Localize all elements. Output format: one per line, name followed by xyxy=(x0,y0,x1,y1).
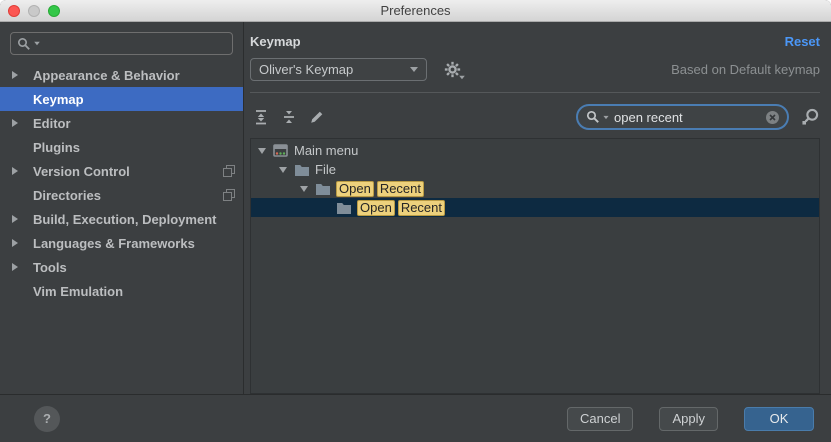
keymap-panel: Keymap Reset Oliver's Keymap xyxy=(243,22,831,394)
chevron-right-icon xyxy=(12,167,18,175)
ok-button[interactable]: OK xyxy=(744,407,814,431)
chevron-down-icon xyxy=(459,75,465,79)
project-settings-icon xyxy=(223,165,235,177)
keymap-toolbar xyxy=(253,104,820,130)
sidebar-item-vim-emulation[interactable]: Vim Emulation xyxy=(0,279,243,303)
tree-row-file[interactable]: File xyxy=(251,160,819,179)
sidebar-item-keymap[interactable]: Keymap xyxy=(0,87,243,111)
keymap-tree: Main menu File xyxy=(250,138,820,394)
folder-icon xyxy=(336,200,352,215)
find-by-shortcut-icon[interactable] xyxy=(800,107,820,127)
sidebar-item-tools[interactable]: Tools xyxy=(0,255,243,279)
folder-icon xyxy=(294,162,310,177)
settings-sidebar: Appearance & Behavior Keymap Editor Plug… xyxy=(0,22,243,394)
project-settings-icon xyxy=(223,189,235,201)
sidebar-item-languages-frameworks[interactable]: Languages & Frameworks xyxy=(0,231,243,255)
search-icon xyxy=(586,110,600,124)
reset-link[interactable]: Reset xyxy=(785,34,820,49)
main-menu-icon xyxy=(273,143,289,158)
sidebar-item-version-control[interactable]: Version Control xyxy=(0,159,243,183)
chevron-down-icon xyxy=(300,186,308,192)
window-title: Preferences xyxy=(0,3,831,18)
search-match-highlight: Recent xyxy=(377,181,424,197)
search-options-arrow-icon xyxy=(34,42,40,46)
divider xyxy=(250,92,820,93)
tree-node-label: File xyxy=(315,162,336,177)
collapse-all-icon[interactable] xyxy=(281,109,297,125)
sidebar-item-plugins[interactable]: Plugins xyxy=(0,135,243,159)
sidebar-item-directories[interactable]: Directories xyxy=(0,183,243,207)
expand-all-icon[interactable] xyxy=(253,109,269,125)
sidebar-item-editor[interactable]: Editor xyxy=(0,111,243,135)
folder-icon xyxy=(315,181,331,196)
search-options-arrow-icon xyxy=(603,115,608,118)
dialog-footer: ? Cancel Apply OK xyxy=(0,394,831,442)
titlebar: Preferences xyxy=(0,0,831,22)
keymap-settings-button[interactable] xyxy=(444,61,466,79)
search-match-highlight: Recent xyxy=(398,200,445,216)
sidebar-search-input[interactable] xyxy=(43,36,226,51)
chevron-right-icon xyxy=(12,239,18,247)
tree-row-open-recent-selected[interactable]: Open Recent xyxy=(251,198,819,217)
chevron-down-icon xyxy=(279,167,287,173)
action-search-field[interactable] xyxy=(576,104,789,130)
tree-node-label: Main menu xyxy=(294,143,358,158)
chevron-down-icon xyxy=(258,148,266,154)
chevron-down-icon xyxy=(410,67,418,72)
search-match-highlight: Open xyxy=(357,200,395,216)
action-search-input[interactable] xyxy=(612,110,763,125)
clear-search-button[interactable] xyxy=(765,110,780,125)
help-button[interactable]: ? xyxy=(34,406,60,432)
page-title: Keymap xyxy=(250,34,301,49)
sidebar-search-box[interactable] xyxy=(10,32,233,55)
tree-row-open-recent[interactable]: Open Recent xyxy=(251,179,819,198)
chevron-right-icon xyxy=(12,119,18,127)
cancel-button[interactable]: Cancel xyxy=(567,407,633,431)
close-icon xyxy=(765,110,780,125)
tree-row-main-menu[interactable]: Main menu xyxy=(251,141,819,160)
search-icon xyxy=(17,37,31,51)
apply-button[interactable]: Apply xyxy=(659,407,718,431)
sidebar-list: Appearance & Behavior Keymap Editor Plug… xyxy=(0,63,243,303)
sidebar-item-build-execution-deployment[interactable]: Build, Execution, Deployment xyxy=(0,207,243,231)
search-match-highlight: Open xyxy=(336,181,374,197)
chevron-right-icon xyxy=(12,215,18,223)
chevron-right-icon xyxy=(12,263,18,271)
preferences-window: Preferences Appearance & Behavior xyxy=(0,0,831,442)
edit-icon[interactable] xyxy=(309,109,325,125)
keymap-select[interactable]: Oliver's Keymap xyxy=(250,58,427,81)
chevron-right-icon xyxy=(12,71,18,79)
based-on-label: Based on Default keymap xyxy=(671,62,820,77)
sidebar-item-appearance-behavior[interactable]: Appearance & Behavior xyxy=(0,63,243,87)
keymap-select-value: Oliver's Keymap xyxy=(259,62,410,77)
